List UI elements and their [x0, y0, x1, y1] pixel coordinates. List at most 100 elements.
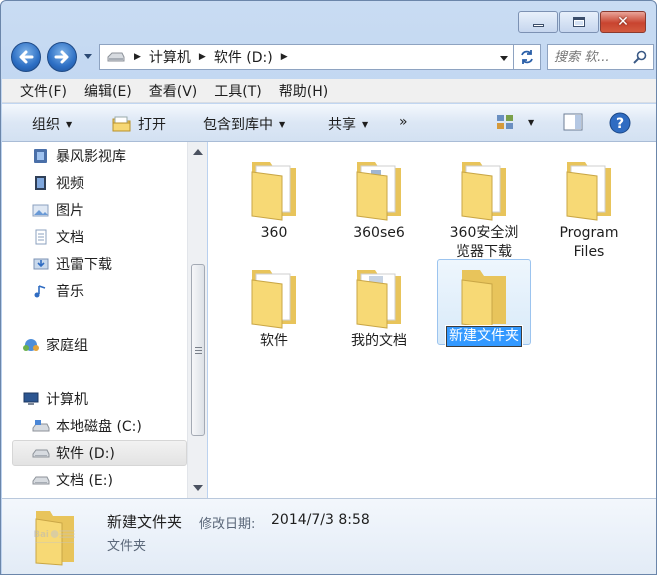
scroll-down-icon[interactable]	[193, 484, 203, 492]
preview-pane-button[interactable]	[563, 113, 583, 131]
navigation-tree: 暴风影视库 视频 图片 文档 迅雷下载 音乐 家庭组 计算机 本地磁盘 (C:)…	[2, 142, 187, 498]
sidebar-item-label: 计算机	[46, 392, 88, 408]
chevron-right-icon[interactable]: ▶	[199, 52, 206, 62]
help-button[interactable]: ?	[609, 112, 631, 134]
sidebar-item-video-library[interactable]: 暴风影视库	[32, 143, 207, 169]
sidebar-item-drive-e[interactable]: 文档 (E:)	[32, 467, 207, 493]
more-commands-button[interactable]: »	[399, 114, 408, 130]
file-list: 360 360se6 360安全浏 览器下载 Program Files 软件 …	[208, 142, 656, 498]
scrollbar-thumb[interactable]	[191, 264, 205, 436]
video-library-icon	[34, 149, 47, 163]
caret-down-icon: ▼	[279, 119, 286, 129]
computer-icon	[23, 392, 39, 405]
back-button[interactable]	[11, 42, 41, 72]
sidebar-item-drive-c[interactable]: 本地磁盘 (C:)	[32, 413, 207, 439]
forward-arrow-icon	[54, 50, 69, 64]
open-folder-icon	[112, 116, 131, 132]
sidebar-item-documents[interactable]: 文档	[32, 224, 207, 250]
sidebar-item-label: 软件 (D:)	[56, 446, 115, 462]
explorer-window: ✕ ▶ 计算机 ▶ 软件 (D:) ▶ 搜索 软... 文件(F) 编辑(E) …	[0, 0, 657, 575]
menu-help[interactable]: 帮助(H)	[279, 81, 328, 101]
sidebar-item-label: 迅雷下载	[56, 257, 112, 273]
sidebar-item-label: 文档	[56, 230, 84, 246]
history-dropdown-icon[interactable]	[83, 51, 93, 61]
folder-item[interactable]: 软件	[222, 254, 326, 354]
search-box[interactable]	[547, 44, 654, 70]
open-button[interactable]: 打开	[112, 114, 166, 134]
rename-input[interactable]: 新建文件夹	[445, 325, 523, 348]
sidebar-item-homegroup[interactable]: 家庭组	[22, 332, 197, 358]
sidebar-item-music[interactable]: 音乐	[32, 278, 207, 304]
change-view-button[interactable]: ▼	[496, 114, 534, 130]
maximize-button[interactable]	[559, 11, 599, 33]
help-icon: ?	[609, 112, 631, 134]
svg-text:Bai: Bai	[34, 530, 49, 540]
address-dropdown-icon[interactable]	[500, 54, 508, 62]
sidebar-item-videos[interactable]: 视频	[32, 170, 207, 196]
menu-bar: 文件(F) 编辑(E) 查看(V) 工具(T) 帮助(H)	[2, 79, 656, 103]
search-input[interactable]	[554, 49, 634, 65]
refresh-button[interactable]	[513, 44, 541, 70]
organize-button[interactable]: 组织 ▼	[32, 114, 72, 134]
share-label: 共享	[328, 117, 356, 133]
sidebar-item-label: 视频	[56, 176, 84, 192]
folder-icon	[251, 270, 296, 329]
menu-file[interactable]: 文件(F)	[20, 81, 67, 101]
folder-item[interactable]: 我的文档	[327, 254, 431, 354]
navigation-bar: ▶ 计算机 ▶ 软件 (D:) ▶	[11, 41, 654, 73]
menu-tools[interactable]: 工具(T)	[214, 81, 261, 101]
drive-icon	[107, 52, 125, 62]
sidebar-scrollbar[interactable]	[187, 142, 207, 498]
caret-down-icon: ▼	[66, 119, 73, 129]
search-icon[interactable]	[633, 50, 647, 64]
folder-name-line2: Files	[573, 244, 605, 260]
music-icon	[34, 285, 46, 298]
sidebar-item-computer[interactable]: 计算机	[22, 386, 197, 412]
organize-label: 组织	[32, 117, 60, 133]
caret-down-icon: ▼	[528, 117, 535, 127]
svg-text:?: ?	[616, 116, 624, 132]
folder-item[interactable]: 360	[222, 146, 326, 246]
folder-icon	[461, 270, 506, 329]
folder-name: 软件	[260, 333, 288, 349]
details-file-name: 新建文件夹	[107, 513, 183, 531]
folder-icon	[566, 162, 611, 221]
folder-item-selected[interactable]: 新建文件夹	[437, 259, 531, 348]
folder-icon	[356, 270, 401, 329]
menu-edit[interactable]: 编辑(E)	[84, 81, 132, 101]
folder-icon	[461, 162, 506, 221]
sidebar-item-drive-d[interactable]: 软件 (D:)	[12, 440, 187, 466]
folder-name-line1: Program	[559, 225, 619, 241]
folder-item[interactable]: 360安全浏 览器下载	[432, 146, 536, 260]
breadcrumb-drive-d[interactable]: 软件 (D:)	[214, 47, 273, 67]
sidebar-item-label: 暴风影视库	[56, 149, 126, 165]
back-arrow-icon	[19, 50, 34, 64]
chevron-right-icon[interactable]: ▶	[134, 52, 141, 62]
folder-name: 我的文档	[351, 333, 407, 349]
folder-item[interactable]: 360se6	[327, 146, 431, 246]
menu-view[interactable]: 查看(V)	[149, 81, 198, 101]
folder-icon	[356, 162, 401, 221]
scroll-up-icon[interactable]	[193, 148, 203, 156]
preview-pane-icon	[563, 113, 583, 131]
drive-icon	[32, 476, 50, 485]
details-modified-label: 修改日期:	[199, 517, 256, 532]
sidebar-item-pictures[interactable]: 图片	[32, 197, 207, 223]
include-in-library-button[interactable]: 包含到库中 ▼	[203, 114, 285, 134]
details-file-type: 文件夹	[107, 539, 147, 554]
minimize-button[interactable]	[518, 11, 558, 33]
address-bar[interactable]: ▶ 计算机 ▶ 软件 (D:) ▶	[99, 44, 515, 70]
sidebar-item-label: 音乐	[56, 284, 84, 300]
window-controls: ✕	[518, 11, 646, 33]
documents-icon	[35, 229, 47, 245]
chevron-right-icon[interactable]: ▶	[281, 52, 288, 62]
minimize-icon	[532, 23, 544, 27]
close-button[interactable]: ✕	[600, 11, 646, 33]
download-icon	[33, 258, 49, 270]
breadcrumb-computer[interactable]: 计算机	[149, 47, 191, 67]
forward-button[interactable]	[47, 42, 77, 72]
share-button[interactable]: 共享 ▼	[328, 114, 368, 134]
sidebar-item-downloads[interactable]: 迅雷下载	[32, 251, 207, 277]
close-icon: ✕	[617, 14, 629, 30]
folder-item[interactable]: Program Files	[537, 146, 641, 260]
